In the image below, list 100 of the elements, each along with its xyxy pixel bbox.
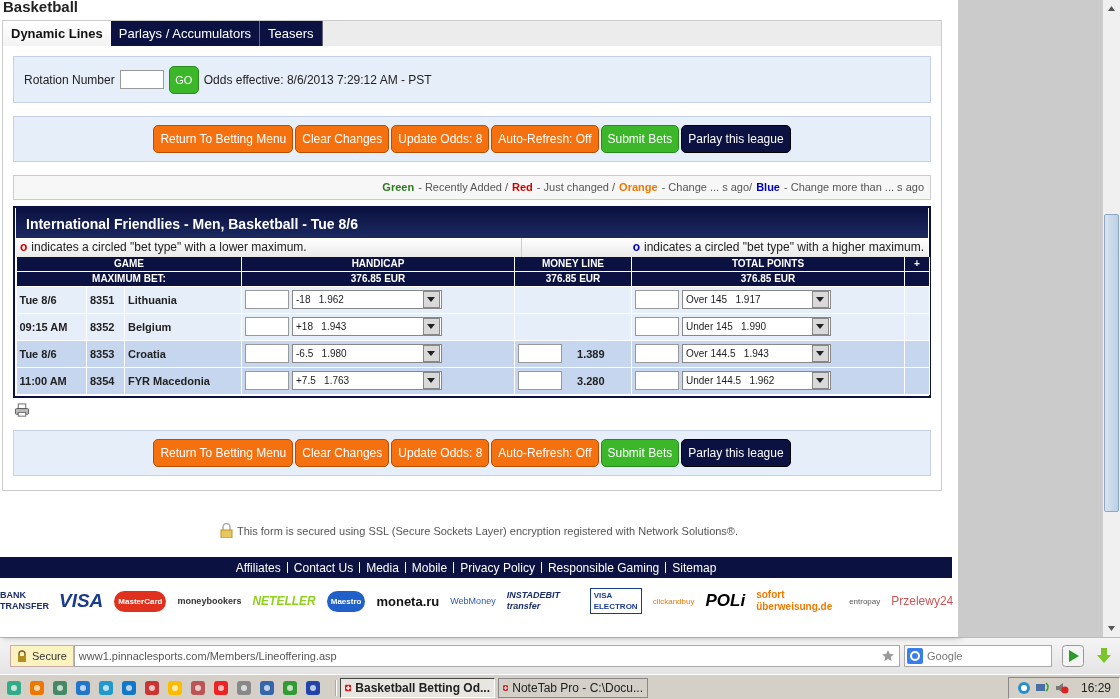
payment-logo: BANK TRANSFER [0,590,48,612]
quick-launch-icon[interactable] [305,680,321,696]
legend-color-name: Red [512,181,533,194]
page-title: Basketball [2,0,80,17]
legend-color-name: Blue [756,181,780,194]
tab[interactable]: Parlays / Accumulators [110,21,260,46]
footer-link[interactable]: Media [360,560,405,575]
handicap-select[interactable]: -18 1.962 [292,290,442,310]
legend-text: - Recently Added / [418,181,509,194]
address-field[interactable]: www1.pinnaclesports.com/Members/Lineoffering.asp [73,645,900,667]
action-button[interactable]: Parlay this league [681,438,791,467]
money-line-odds: 1.389 [577,347,605,360]
footer-link[interactable]: Responsible Gaming [541,560,666,575]
legend-text: - Change more than ... s ago [783,181,924,194]
quick-launch-icon[interactable] [75,680,91,696]
team-name: FYR Macedonia [124,367,242,395]
network-icon[interactable] [1034,681,1051,695]
footer-link[interactable]: Mobile [405,560,454,575]
rotation-field[interactable] [119,70,164,90]
note-marker: o [20,238,28,256]
payment-logo: VISA [59,590,104,612]
game-time: Tue 8/6 [16,340,87,368]
stake-field[interactable] [518,371,562,391]
total-select[interactable]: Over 144.5 1.943 [682,344,831,364]
payment-logo: sofort überweisung.de [756,589,834,613]
legend-color-name: Orange [619,181,658,194]
rotation-label: Rotation Number [24,72,115,87]
handicap-select[interactable]: -6.5 1.980 [292,344,442,364]
quick-launch-icon[interactable] [52,680,68,696]
footer-link[interactable]: Privacy Policy [454,560,541,575]
payment-logo: Maestro [326,590,366,612]
game-time: Tue 8/6 [16,286,87,314]
team-name: Belgium [124,313,242,341]
legend-text: - Change ... s ago/ [661,181,753,194]
search-engine-icon[interactable] [907,648,923,664]
team-name: Croatia [124,340,242,368]
action-button[interactable]: Parlay this league [681,125,791,154]
total-select[interactable]: Under 144.5 1.962 [682,371,831,391]
payment-logo: MasterCard [114,590,167,612]
team-name: Lithuania [124,286,242,314]
volume-icon[interactable] [1054,681,1069,695]
payment-logo: clickandbuy [652,596,695,606]
quick-launch-icon[interactable] [190,680,206,696]
clock: 16:29 [1080,681,1111,695]
tray-icon[interactable] [1016,681,1031,695]
note-text: indicates a circled "bet type" with a higher maximum. [644,238,924,256]
legend-text: - Just changed / [536,181,616,194]
league-title: International Friendlies - Men, Basketball - Tue 8/6 [16,207,928,238]
star-icon[interactable] [881,649,895,663]
payment-logo: moneta.ru [376,593,440,609]
quick-launch-icon[interactable] [259,680,275,696]
payment-logo: Przelewy24 [891,594,954,608]
tab[interactable]: Teasers [260,21,323,46]
stake-field[interactable] [245,317,289,337]
handicap-select[interactable]: +18 1.943 [292,317,442,337]
total-select[interactable]: Over 145 1.917 [682,290,831,310]
quick-launch-icon[interactable] [121,680,137,696]
security-badge[interactable]: Secure [10,645,74,667]
game-time: 11:00 AM [16,367,87,395]
payment-logo: moneybookers [177,596,242,606]
note-text: indicates a circled "bet type" with a lower maximum. [31,238,307,256]
payment-logo: NETELLER [252,594,316,608]
note-marker: o [632,238,640,256]
odds-effective: Odds effective: 8/6/2013 7:29:12 AM - PST [203,72,432,87]
payment-logo: WebMoney [450,596,496,606]
scrollbar[interactable] [1103,0,1120,637]
footer-link[interactable]: Sitemap [666,560,723,575]
tab[interactable]: Dynamic Lines [3,21,111,46]
search-field[interactable]: Google [904,645,1052,667]
payment-logo: VISA ELECTRON [589,588,642,614]
printer-icon[interactable] [14,402,30,417]
handicap-select[interactable]: +7.5 1.763 [292,371,442,391]
payment-logo: POLi [705,591,746,611]
stake-field[interactable] [245,290,289,310]
stake-field[interactable] [635,317,679,337]
stake-field[interactable] [635,371,679,391]
money-line-odds: 3.280 [577,374,605,387]
legend-color-name: Green [382,181,415,194]
game-time: 09:15 AM [16,313,87,341]
footer-link[interactable]: Affiliates [229,560,287,575]
payment-logo: entropay [849,596,881,606]
taskbar-button[interactable]: NoteTab Pro - C:\Docu... [498,678,648,698]
footer-link[interactable]: Contact Us [287,560,360,575]
stake-field[interactable] [245,371,289,391]
quick-launch-icon[interactable] [236,680,252,696]
payment-logo: INSTADEBIT transfer [506,590,562,612]
stake-field[interactable] [245,344,289,364]
lock-icon [17,650,27,662]
stake-field[interactable] [635,290,679,310]
stake-field[interactable] [635,344,679,364]
total-select[interactable]: Under 145 1.990 [682,317,831,337]
quick-launch-icon[interactable] [213,680,229,696]
play-button[interactable] [1062,645,1084,667]
quick-launch-icon[interactable] [282,680,298,696]
taskbar-button[interactable]: Basketball Betting Od... [340,678,495,698]
quick-launch-icon[interactable] [98,680,114,696]
stake-field[interactable] [518,344,562,364]
lock-icon [219,523,233,538]
quick-launch-icon[interactable] [144,680,160,696]
ssl-note: This form is secured using SSL (Secure Sockets Layer) encryption registered with Network Solutions®. [236,524,739,537]
